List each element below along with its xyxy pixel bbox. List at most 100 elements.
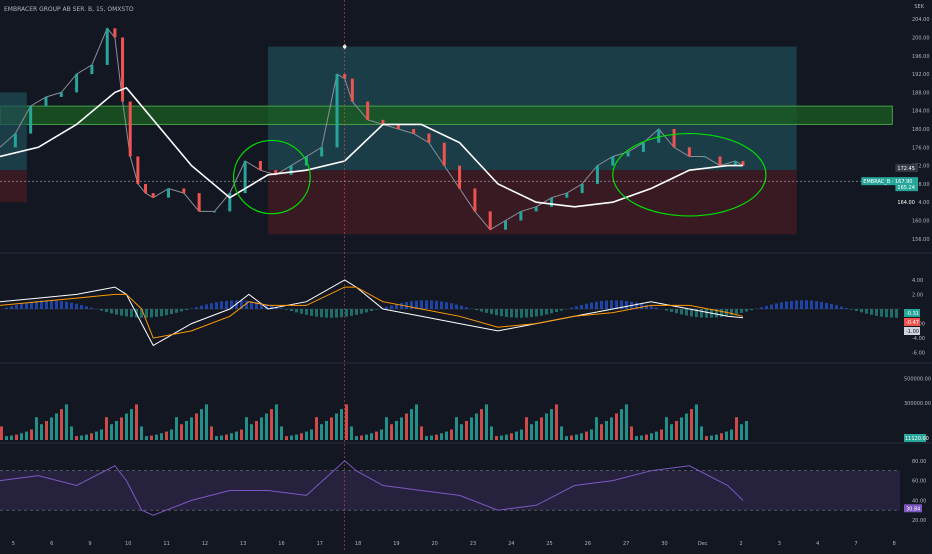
macd-histogram-bar bbox=[280, 308, 283, 309]
volume-bar bbox=[85, 435, 88, 440]
price-candle bbox=[44, 97, 47, 106]
macd-histogram-bar bbox=[440, 301, 443, 309]
volume-bar bbox=[225, 435, 228, 440]
price-candle bbox=[29, 106, 32, 133]
volume-bar bbox=[455, 417, 458, 440]
volume-bar bbox=[180, 424, 183, 440]
macd-histogram-bar bbox=[335, 309, 338, 318]
volume-bar bbox=[670, 424, 673, 440]
macd-histogram-bar bbox=[510, 309, 513, 317]
volume-bar bbox=[220, 436, 223, 440]
macd-histogram-bar bbox=[215, 302, 218, 309]
price-candle bbox=[366, 102, 369, 120]
price-candle bbox=[351, 79, 354, 102]
volume-bar bbox=[625, 404, 628, 440]
macd-histogram-bar bbox=[90, 308, 93, 309]
price-candle bbox=[336, 74, 339, 147]
macd-histogram-bar bbox=[65, 302, 68, 309]
price-candle bbox=[152, 193, 155, 198]
volume-tick-label: 500000.00 bbox=[904, 376, 931, 382]
x-tick-label: Dec bbox=[698, 541, 708, 547]
volume-bar bbox=[105, 417, 108, 440]
macd-histogram-bar bbox=[455, 304, 458, 309]
price-candle bbox=[565, 193, 568, 198]
price-candle bbox=[320, 147, 323, 156]
volume-bar bbox=[325, 421, 328, 440]
volume-bar bbox=[685, 413, 688, 440]
macd-histogram-bar bbox=[425, 300, 428, 309]
volume-bar bbox=[345, 404, 348, 440]
price-candle bbox=[182, 189, 185, 194]
currency-label: SEK bbox=[914, 4, 924, 10]
price-tick-label: 160.00 bbox=[912, 219, 930, 225]
macd-histogram-bar bbox=[845, 308, 848, 309]
volume-bar bbox=[260, 417, 263, 440]
price-tick-label: 176.00 bbox=[912, 145, 930, 151]
macd-histogram-bar bbox=[360, 309, 363, 314]
volume-bar bbox=[335, 413, 338, 440]
macd-histogram-bar bbox=[475, 309, 478, 310]
volume-bar bbox=[495, 436, 498, 440]
macd-histogram-bar bbox=[625, 301, 628, 309]
macd-histogram-bar bbox=[385, 307, 388, 309]
macd-histogram-bar bbox=[590, 303, 593, 309]
macd-histogram-bar bbox=[775, 303, 778, 309]
price-tick-label: 192.00 bbox=[912, 72, 930, 78]
volume-bar bbox=[400, 417, 403, 440]
volume-bar bbox=[100, 430, 103, 440]
volume-bar bbox=[10, 436, 13, 440]
volume-bar bbox=[145, 436, 148, 440]
volume-bar bbox=[445, 432, 448, 440]
macd-histogram-bar bbox=[165, 309, 168, 315]
macd-histogram-bar bbox=[880, 309, 883, 317]
volume-bar bbox=[655, 432, 658, 440]
macd-histogram-bar bbox=[180, 309, 183, 311]
macd-histogram-bar bbox=[895, 309, 898, 318]
macd-histogram-bar bbox=[300, 309, 303, 314]
trading-chart[interactable]: EMBRACER GROUP AB SER. B, 15, OMXSTO SEK… bbox=[0, 0, 932, 550]
volume-bar bbox=[630, 426, 633, 440]
zone-red-left bbox=[0, 170, 27, 202]
volume-bar bbox=[515, 432, 518, 440]
volume-bar bbox=[170, 430, 173, 440]
volume-bar bbox=[460, 424, 463, 440]
macd-histogram-bar bbox=[390, 305, 393, 309]
x-tick-label: 26 bbox=[585, 541, 591, 547]
macd-histogram-bar bbox=[210, 303, 213, 309]
macd-histogram-bar bbox=[45, 300, 48, 309]
macd-histogram-bar bbox=[130, 309, 133, 317]
macd-histogram-bar bbox=[305, 309, 308, 315]
rsi-tick-label: 20.00 bbox=[912, 518, 926, 524]
price-tick-label: 196.00 bbox=[912, 54, 930, 60]
volume-bar bbox=[415, 404, 418, 440]
macd-tick-label: -4.00 bbox=[912, 336, 925, 342]
price-candle bbox=[504, 221, 507, 230]
volume-bar bbox=[125, 413, 128, 440]
volume-bar bbox=[680, 417, 683, 440]
price-tick-label: 188.00 bbox=[912, 90, 930, 96]
volume-bar bbox=[40, 424, 43, 440]
volume-bar bbox=[710, 436, 713, 440]
macd-histogram-bar bbox=[780, 302, 783, 309]
macd-histogram-bar bbox=[10, 306, 13, 309]
x-tick-label: 16 bbox=[278, 541, 284, 547]
volume-bar bbox=[410, 409, 413, 440]
volume-bar bbox=[735, 417, 738, 440]
volume-bar bbox=[135, 404, 138, 440]
price-candle bbox=[106, 28, 109, 65]
volume-bar bbox=[450, 430, 453, 440]
macd-histogram-bar bbox=[685, 309, 688, 316]
x-tick-label: 17 bbox=[317, 541, 323, 547]
chart-canvas[interactable]: 204.00200.00196.00192.00188.00184.00180.… bbox=[0, 0, 932, 550]
volume-bar bbox=[705, 436, 708, 440]
volume-bar bbox=[215, 436, 218, 440]
volume-bar bbox=[210, 426, 213, 440]
macd-histogram-bar bbox=[505, 309, 508, 317]
zone-red bbox=[268, 170, 797, 234]
x-tick-label: 30 bbox=[661, 541, 667, 547]
price-candle bbox=[673, 129, 676, 147]
price-tick-label: 156.00 bbox=[912, 237, 930, 243]
volume-bar bbox=[365, 435, 368, 440]
price-candle bbox=[412, 129, 415, 134]
x-tick-label: 9 bbox=[88, 541, 91, 547]
